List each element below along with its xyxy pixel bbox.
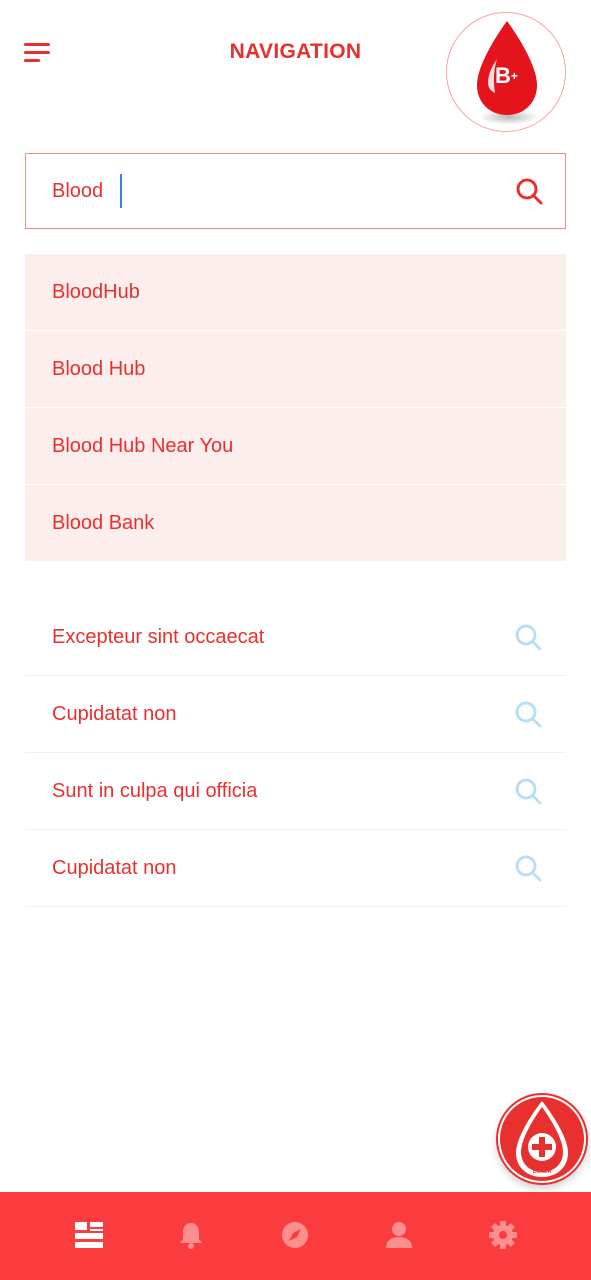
search-box: [25, 153, 566, 229]
suggestion-item[interactable]: Blood Bank: [25, 485, 566, 562]
dashboard-icon[interactable]: [74, 1220, 106, 1252]
search-icon[interactable]: [514, 623, 542, 651]
recent-search-item[interactable]: Cupidatat non: [25, 676, 566, 753]
text-cursor: [120, 174, 122, 208]
blood-type-sign: +: [510, 69, 518, 83]
recent-search-label: Sunt in culpa qui officia: [52, 779, 258, 802]
gear-icon[interactable]: [488, 1220, 520, 1252]
recent-search-item[interactable]: Sunt in culpa qui officia: [25, 753, 566, 830]
suggestion-item[interactable]: BloodHub: [25, 254, 566, 331]
header: NAVIGATION B+: [0, 0, 591, 140]
bell-icon[interactable]: [176, 1220, 208, 1252]
bottom-navigation: [0, 1192, 591, 1280]
recent-search-item[interactable]: Cupidatat non: [25, 830, 566, 907]
blood-type-letter: B: [495, 63, 511, 88]
search-icon[interactable]: [514, 854, 542, 882]
suggestion-item[interactable]: Blood Hub: [25, 331, 566, 408]
user-icon[interactable]: [384, 1220, 416, 1252]
suggestion-label: BloodHub: [52, 280, 140, 303]
recent-search-label: Cupidatat non: [52, 856, 177, 879]
recent-search-label: Cupidatat non: [52, 702, 177, 725]
search-suggestions: BloodHub Blood Hub Blood Hub Near You Bl…: [25, 254, 566, 562]
become-donor-label: BECOME A DONOR: [528, 1163, 556, 1175]
blood-type-badge[interactable]: B+: [446, 12, 566, 132]
recent-search-label: Excepteur sint occaecat: [52, 625, 265, 648]
compass-icon[interactable]: [280, 1220, 312, 1252]
app-screen: NAVIGATION B+ Blood BloodHub Blood Hub B…: [0, 0, 591, 1280]
search-icon[interactable]: [514, 777, 542, 805]
suggestion-label: Blood Hub: [52, 357, 146, 380]
suggestion-item[interactable]: Blood Hub Near You: [25, 408, 566, 485]
suggestion-label: Blood Hub Near You: [52, 434, 234, 457]
search-icon[interactable]: [515, 177, 543, 205]
recent-search-item[interactable]: Excepteur sint occaecat: [25, 599, 566, 676]
search-icon[interactable]: [514, 700, 542, 728]
search-input[interactable]: [52, 173, 482, 209]
recent-searches: Excepteur sint occaecat Cupidatat non Su…: [25, 599, 566, 907]
become-donor-button[interactable]: BECOME A DONOR: [498, 1095, 586, 1183]
blood-type-label: B+: [495, 65, 518, 87]
suggestion-label: Blood Bank: [52, 511, 155, 534]
